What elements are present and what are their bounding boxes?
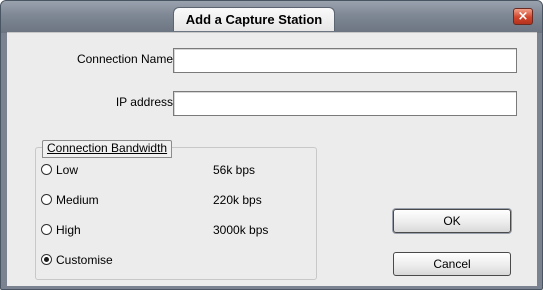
radio-high-label: High	[56, 223, 81, 237]
dialog-body: Connection Name IP address Connection Ba…	[7, 32, 537, 286]
radio-button[interactable]	[41, 224, 52, 235]
close-icon: ×	[517, 9, 529, 24]
connection-name-label: Connection Name	[76, 52, 173, 66]
radio-low-label: Low	[56, 163, 79, 177]
connection-bandwidth-group: Connection Bandwidth Low 56k bps Medium …	[35, 140, 317, 280]
ip-address-input[interactable]	[173, 91, 517, 116]
connection-name-input[interactable]	[173, 48, 517, 73]
radio-button[interactable]	[41, 194, 52, 205]
connection-bandwidth-heading: Connection Bandwidth	[42, 140, 173, 158]
close-button[interactable]: ×	[513, 8, 533, 25]
radio-medium-label: Medium	[56, 193, 99, 207]
ip-address-label: IP address	[115, 95, 173, 109]
cancel-button[interactable]: Cancel	[393, 252, 511, 276]
rate-high: 3000k bps	[213, 223, 269, 237]
rate-low: 56k bps	[213, 163, 256, 177]
ok-button[interactable]: OK	[393, 209, 511, 233]
radio-button[interactable]	[41, 164, 52, 175]
radio-button-selected[interactable]	[41, 254, 52, 265]
dialog-title: Add a Capture Station	[173, 7, 335, 31]
radio-selected-dot	[44, 257, 49, 262]
add-capture-station-dialog: Add a Capture Station × Connection Name …	[0, 0, 543, 290]
radio-customise-label: Customise	[56, 253, 113, 267]
title-bar[interactable]: Add a Capture Station ×	[1, 1, 542, 33]
rate-medium: 220k bps	[213, 193, 262, 207]
